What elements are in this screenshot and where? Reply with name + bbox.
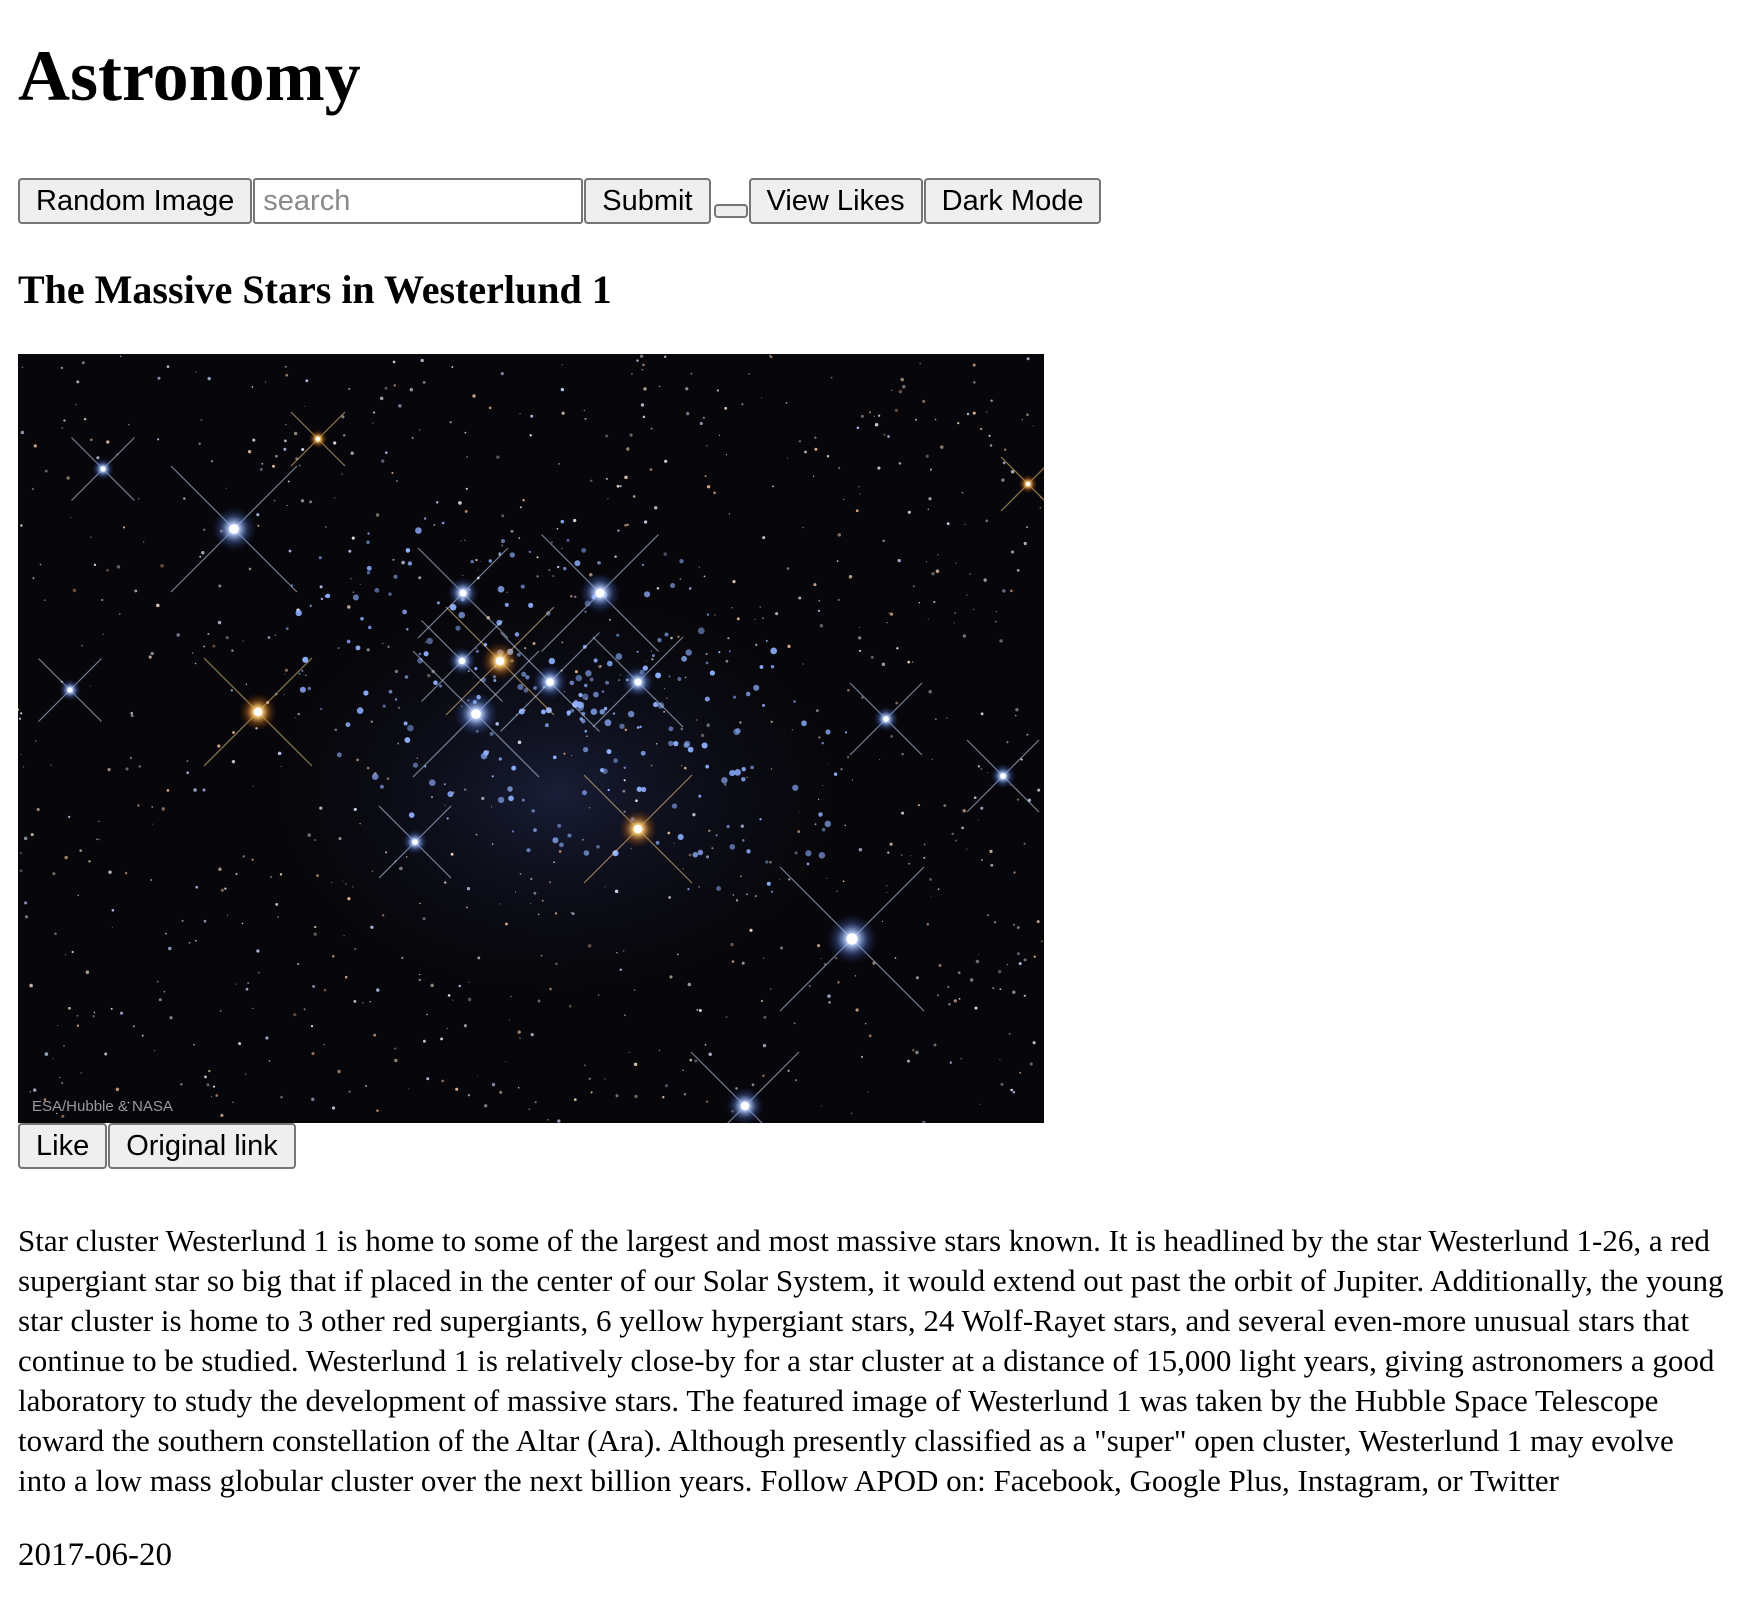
- image-title: The Massive Stars in Westerlund 1: [18, 267, 612, 312]
- view-likes-button[interactable]: View Likes: [748, 178, 923, 224]
- like-button[interactable]: Like: [18, 1123, 108, 1169]
- original-link-button[interactable]: Original link: [108, 1123, 296, 1169]
- star-cluster-image: [18, 354, 1044, 1123]
- app-title: Astronomy: [18, 36, 361, 116]
- empty-button[interactable]: [713, 204, 748, 218]
- image-actions: Like Original link: [18, 1123, 1729, 1169]
- explanation-text: Star cluster Westerlund 1 is home to som…: [18, 1223, 1724, 1498]
- toolbar: Random Image Submit View Likes Dark Mode: [18, 178, 1729, 224]
- image-credit: ESA/Hubble & NASA: [32, 1098, 173, 1115]
- page: Astronomy Random Image Submit View Likes…: [0, 0, 1747, 1575]
- apod-date: 2017-06-20: [18, 1537, 172, 1573]
- dark-mode-button[interactable]: Dark Mode: [923, 178, 1102, 224]
- apod-image: ESA/Hubble & NASA: [18, 354, 1044, 1123]
- random-image-button[interactable]: Random Image: [18, 178, 253, 224]
- submit-button[interactable]: Submit: [584, 178, 711, 224]
- search-input[interactable]: [253, 178, 584, 224]
